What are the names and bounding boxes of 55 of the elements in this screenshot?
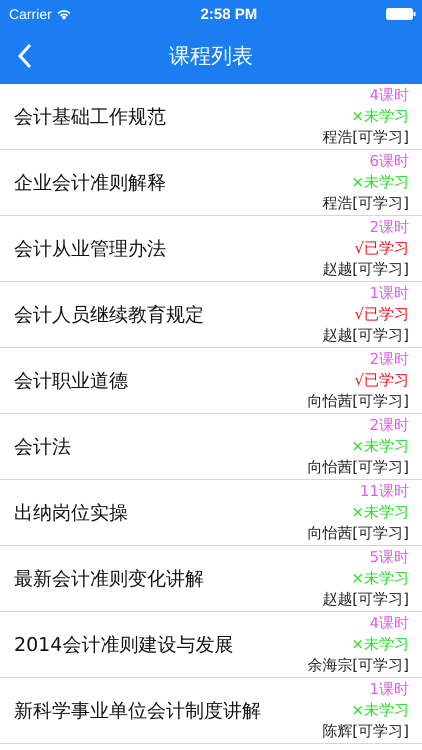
course-hours: 5课时 — [369, 547, 409, 568]
teacher-label: 程浩[可学习] — [322, 127, 409, 148]
course-title: 会计法 — [14, 434, 72, 460]
course-row[interactable]: 会计法 2课时 ×未学习 向怡茜[可学习] — [0, 414, 422, 480]
study-status: ×未学习 — [351, 172, 409, 193]
course-title: 新科学事业单位会计制度讲解 — [14, 698, 262, 724]
study-status: √已学习 — [354, 238, 409, 259]
course-title: 会计职业道德 — [14, 368, 129, 394]
course-row[interactable]: 会计基础工作规范 4课时 ×未学习 程浩[可学习] — [0, 84, 422, 150]
teacher-label: 向怡茜[可学习] — [307, 391, 409, 412]
study-status: √已学习 — [354, 370, 409, 391]
course-hours: 11课时 — [360, 481, 409, 502]
teacher-label: 向怡茜[可学习] — [307, 457, 409, 478]
teacher-label: 余海宗[可学习] — [307, 655, 409, 676]
teacher-label: 程浩[可学习] — [322, 193, 409, 214]
teacher-label: 赵越[可学习] — [322, 325, 409, 346]
course-title: 会计基础工作规范 — [14, 104, 167, 130]
course-row[interactable]: 出纳岗位实操 11课时 ×未学习 向怡茜[可学习] — [0, 480, 422, 546]
wifi-icon — [56, 8, 72, 20]
course-row[interactable]: 会计人员继续教育规定 1课时 √已学习 赵越[可学习] — [0, 282, 422, 348]
course-row[interactable]: 新科学事业单位会计制度讲解 1课时 ×未学习 陈辉[可学习] — [0, 678, 422, 744]
course-hours: 2课时 — [369, 415, 409, 436]
course-title: 2014会计准则建设与发展 — [14, 632, 234, 658]
status-time: 2:58 PM — [200, 6, 258, 22]
page-title: 课程列表 — [169, 43, 253, 70]
study-status: ×未学习 — [351, 436, 409, 457]
teacher-label: 向怡茜[可学习] — [307, 523, 409, 544]
course-hours: 1课时 — [369, 679, 409, 700]
carrier-label: Carrier — [9, 6, 52, 22]
study-status: ×未学习 — [351, 502, 409, 523]
course-row[interactable]: 企业会计准则解释 6课时 ×未学习 程浩[可学习] — [0, 150, 422, 216]
course-hours: 4课时 — [369, 85, 409, 106]
course-title: 最新会计准则变化讲解 — [14, 566, 205, 592]
course-hours: 6课时 — [369, 151, 409, 172]
teacher-label: 赵越[可学习] — [322, 259, 409, 280]
study-status: ×未学习 — [351, 106, 409, 127]
study-status: √已学习 — [354, 304, 409, 325]
course-row[interactable]: 会计从业管理办法 2课时 √已学习 赵越[可学习] — [0, 216, 422, 282]
study-status: ×未学习 — [351, 634, 409, 655]
course-row[interactable]: 会计职业道德 2课时 √已学习 向怡茜[可学习] — [0, 348, 422, 414]
course-hours: 2课时 — [369, 217, 409, 238]
course-hours: 4课时 — [369, 613, 409, 634]
study-status: ×未学习 — [351, 568, 409, 589]
course-title: 会计从业管理办法 — [14, 236, 167, 262]
course-hours: 2课时 — [369, 349, 409, 370]
course-row[interactable]: 最新会计准则变化讲解 5课时 ×未学习 赵越[可学习] — [0, 546, 422, 612]
course-title: 出纳岗位实操 — [14, 500, 129, 526]
teacher-label: 陈辉[可学习] — [322, 721, 409, 742]
course-row[interactable]: 2014会计准则建设与发展 4课时 ×未学习 余海宗[可学习] — [0, 612, 422, 678]
course-title: 企业会计准则解释 — [14, 170, 167, 196]
battery-icon — [386, 8, 416, 20]
course-title: 会计人员继续教育规定 — [14, 302, 205, 328]
teacher-label: 赵越[可学习] — [322, 589, 409, 610]
study-status: ×未学习 — [351, 700, 409, 721]
course-hours: 1课时 — [369, 283, 409, 304]
